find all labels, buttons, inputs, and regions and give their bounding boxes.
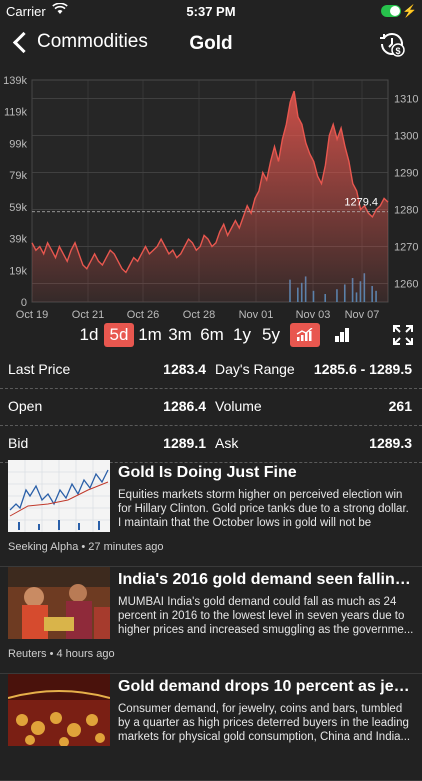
area-chart-button[interactable] — [290, 323, 320, 347]
stats-row: Open 1286.4 Volume 261 — [0, 389, 422, 426]
price-chart[interactable]: 1279.4 1260 1270 1280 1290 1300 1310 0 19k 39k 59k… — [0, 66, 422, 324]
range-button-1d[interactable]: 1d — [76, 323, 102, 347]
range-button-3m[interactable]: 3m — [166, 323, 194, 347]
expand-button[interactable] — [388, 323, 418, 347]
open-value: 1286.4 — [163, 398, 206, 414]
price-tick-label: 1310 — [394, 94, 418, 106]
status-bar: Carrier 5:37 PM ⚡ — [0, 0, 422, 22]
volume-tick-label: 139k — [3, 75, 27, 87]
navigation-bar: Commodities Gold $ — [0, 22, 422, 66]
volume-tick-label: 0 — [21, 297, 27, 309]
news-source: Seeking Alpha • 27 minutes ago — [8, 541, 164, 553]
bar-chart-icon — [335, 328, 349, 342]
charging-icon: ⚡ — [402, 4, 417, 18]
range-button-1m[interactable]: 1m — [136, 323, 164, 347]
volume-tick-label: 119k — [4, 107, 28, 119]
news-thumbnail — [8, 460, 110, 532]
volume-tick-label: 79k — [9, 170, 27, 182]
status-time: 5:37 PM — [186, 4, 236, 19]
range-button-1y[interactable]: 1y — [230, 323, 254, 347]
volume-tick-label: 39k — [9, 234, 27, 246]
stats-row: Last Price 1283.4 Day's Range 1285.6 - 1… — [0, 352, 422, 389]
price-tick-label: 1280 — [394, 205, 418, 217]
news-summary: Consumer demand, for jewelry, coins and … — [118, 703, 411, 743]
last-price-value: 1283.4 — [163, 361, 206, 377]
expand-icon — [393, 325, 413, 345]
toggle-icon — [381, 5, 401, 17]
range-button-5d[interactable]: 5d — [104, 323, 134, 347]
volume-label: Volume — [215, 398, 262, 414]
bar-chart-button[interactable] — [327, 323, 357, 347]
news-summary: Equities markets storm higher on perceiv… — [118, 489, 409, 529]
news-list: Gold Is Doing Just Fine Equities markets… — [0, 460, 422, 781]
price-tick-label: 1260 — [394, 279, 418, 291]
news-headline: Gold Is Doing Just Fine — [118, 464, 297, 481]
news-headline: India's 2016 gold demand seen falling t.… — [118, 571, 414, 588]
days-range-label: Day's Range — [215, 361, 295, 377]
ask-value: 1289.3 — [369, 435, 412, 451]
volume-tick-label: 19k — [9, 265, 27, 277]
volume-tick-label: 59k — [9, 202, 27, 214]
range-controls: 1d 5d 1m 3m 6m 1y 5y — [0, 320, 422, 350]
price-tick-label: 1270 — [394, 242, 418, 254]
area-chart-icon — [296, 328, 313, 341]
news-source: Reuters • 4 hours ago — [8, 648, 115, 660]
stats-row: Bid 1289.1 Ask 1289.3 — [0, 426, 422, 463]
last-price-label: Last Price — [8, 361, 71, 377]
news-thumbnail — [8, 567, 110, 639]
open-label: Open — [8, 398, 43, 414]
news-thumbnail — [8, 674, 110, 746]
current-price-label: 1279.4 — [344, 197, 378, 209]
range-button-5y[interactable]: 5y — [258, 323, 284, 347]
stats-table: Last Price 1283.4 Day's Range 1285.6 - 1… — [0, 352, 422, 463]
ask-label: Ask — [215, 435, 239, 451]
news-item[interactable]: India's 2016 gold demand seen falling t.… — [0, 567, 422, 674]
news-item[interactable]: Gold demand drops 10 percent as jewe... … — [0, 674, 422, 781]
news-item[interactable]: Gold Is Doing Just Fine Equities markets… — [0, 460, 422, 567]
news-headline: Gold demand drops 10 percent as jewe... — [118, 678, 414, 695]
volume-value: 261 — [388, 398, 412, 414]
range-button-6m[interactable]: 6m — [197, 323, 227, 347]
bid-value: 1289.1 — [163, 435, 206, 451]
price-tick-label: 1290 — [394, 168, 418, 180]
days-range-value: 1285.6 - 1289.5 — [313, 361, 412, 377]
news-summary: MUMBAI India's gold demand could fall as… — [118, 596, 414, 636]
price-chart-svg: 1279.4 1260 1270 1280 1290 1300 1310 0 19k 39k 59k… — [3, 75, 418, 321]
bid-label: Bid — [8, 435, 29, 451]
clock-dollar-icon[interactable]: $ — [378, 30, 406, 58]
svg-text:$: $ — [395, 46, 400, 56]
price-tick-label: 1300 — [394, 131, 418, 143]
volume-tick-label: 99k — [9, 138, 27, 150]
page-title: Gold — [189, 33, 233, 54]
